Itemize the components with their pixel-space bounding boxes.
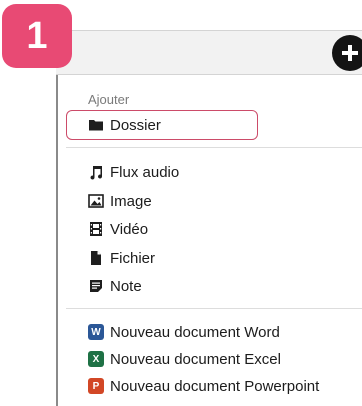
add-button[interactable] bbox=[332, 35, 362, 71]
menu-item-label: Note bbox=[110, 277, 142, 295]
menu-item-label: Nouveau document Powerpoint bbox=[110, 377, 320, 395]
menu-item-new-powerpoint[interactable]: P Nouveau document Powerpoint bbox=[88, 374, 319, 398]
menu-item-label: Image bbox=[110, 192, 152, 210]
note-icon bbox=[88, 278, 104, 294]
menu-section-label: Ajouter bbox=[88, 92, 130, 107]
menu-item-label: Flux audio bbox=[110, 163, 180, 181]
file-icon bbox=[88, 250, 104, 266]
menu-item-flux-audio[interactable]: Flux audio bbox=[88, 160, 179, 184]
folder-icon bbox=[88, 117, 104, 133]
menu-item-dossier[interactable]: Dossier bbox=[88, 113, 161, 137]
menu-item-label: Nouveau document Excel bbox=[110, 350, 281, 368]
image-icon bbox=[88, 193, 104, 209]
menu-item-video[interactable]: Vidéo bbox=[88, 217, 148, 241]
menu-item-image[interactable]: Image bbox=[88, 189, 152, 213]
menu-item-new-word[interactable]: W Nouveau document Word bbox=[88, 320, 280, 344]
menu-item-new-excel[interactable]: X Nouveau document Excel bbox=[88, 347, 281, 371]
menu-item-label: Vidéo bbox=[110, 220, 149, 238]
excel-icon: X bbox=[88, 351, 104, 367]
menu-item-label: Dossier bbox=[110, 116, 161, 134]
step-badge: 1 bbox=[2, 4, 72, 68]
menu-item-note[interactable]: Note bbox=[88, 274, 142, 298]
menu-item-label: Nouveau document Word bbox=[110, 323, 280, 341]
powerpoint-icon: P bbox=[88, 378, 104, 394]
menu-item-label: Fichier bbox=[110, 249, 156, 267]
menu-divider bbox=[66, 308, 362, 309]
video-icon bbox=[88, 221, 104, 237]
word-icon: W bbox=[88, 324, 104, 340]
add-menu: Ajouter Dossier Flux audio Image Vidéo F… bbox=[58, 80, 362, 406]
step-number: 1 bbox=[26, 14, 48, 57]
music-note-icon bbox=[88, 164, 104, 180]
menu-item-fichier[interactable]: Fichier bbox=[88, 246, 155, 270]
toolbar bbox=[56, 30, 362, 75]
menu-divider bbox=[66, 147, 362, 148]
